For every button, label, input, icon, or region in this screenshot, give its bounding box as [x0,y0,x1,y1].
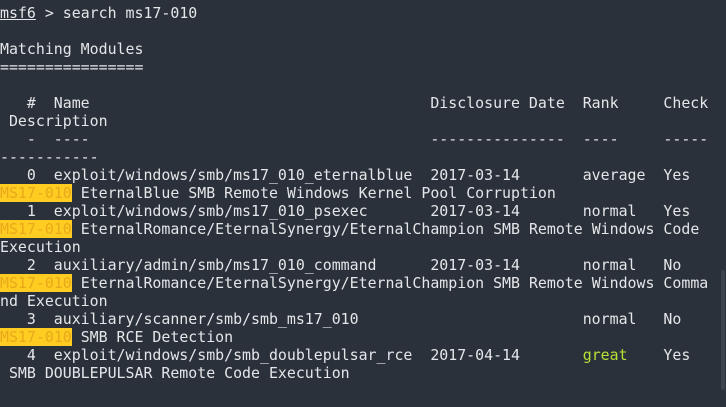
table-row: 3 auxiliary/scanner/smb/smb_ms17_010 nor… [0,310,682,328]
terminal-window[interactable]: msf6 > search ms17-010 Matching Modules … [0,0,726,407]
row-check-text: Yes [627,346,691,364]
table-row: 2 auxiliary/admin/smb/ms17_010_command 2… [0,256,682,274]
prompt-command: > search ms17-010 [35,4,198,22]
table-row-description: MS17-010 EternalBlue SMB Remote Windows … [0,184,556,202]
scrollbar[interactable] [720,0,726,407]
table-row-description: SMB DOUBLEPULSAR Remote Code Execution [0,364,350,382]
description-text: EternalRomance/EternalSynergy/EternalCha… [71,274,709,292]
table-row: 4 exploit/windows/smb/smb_doublepulsar_r… [0,346,690,364]
row-main-text: 4 exploit/windows/smb/smb_doublepulsar_r… [0,346,583,364]
table-row-description: MS17-010 EternalRomance/EternalSynergy/E… [0,274,708,292]
table-row-description: MS17-010 SMB RCE Detection [0,328,233,346]
rank-great: great [582,346,628,364]
table-row-description-wrap: nd Execution [0,292,108,310]
section-underline: ================ [0,58,144,76]
section-heading: Matching Modules [0,40,144,58]
search-match-highlight: MS17-010 [0,220,72,238]
scrollbar-thumb[interactable] [721,270,725,390]
search-match-highlight: MS17-010 [0,274,72,292]
description-text: SMB RCE Detection [71,328,234,346]
table-row-description-wrap: Execution [0,238,81,256]
table-row-description: MS17-010 EternalRomance/EternalSynergy/E… [0,220,699,238]
table-header-description: Description [0,112,108,130]
table-header-dashes-description: ----------- [0,148,99,166]
prompt-name: msf6 [0,4,36,22]
table-row: 0 exploit/windows/smb/ms17_010_eternalbl… [0,166,691,184]
description-text: EternalRomance/EternalSynergy/EternalCha… [71,220,700,238]
description-text: EternalBlue SMB Remote Windows Kernel Po… [71,184,556,202]
table-header-dashes: - ---- --------------- ---- ----- [0,130,709,148]
search-match-highlight: MS17-010 [0,328,72,346]
search-match-highlight: MS17-010 [0,184,72,202]
table-row: 1 exploit/windows/smb/ms17_010_psexec 20… [0,202,691,220]
prompt-line: msf6 > search ms17-010 [0,4,197,22]
table-header: # Name Disclosure Date Rank Check [0,94,709,112]
